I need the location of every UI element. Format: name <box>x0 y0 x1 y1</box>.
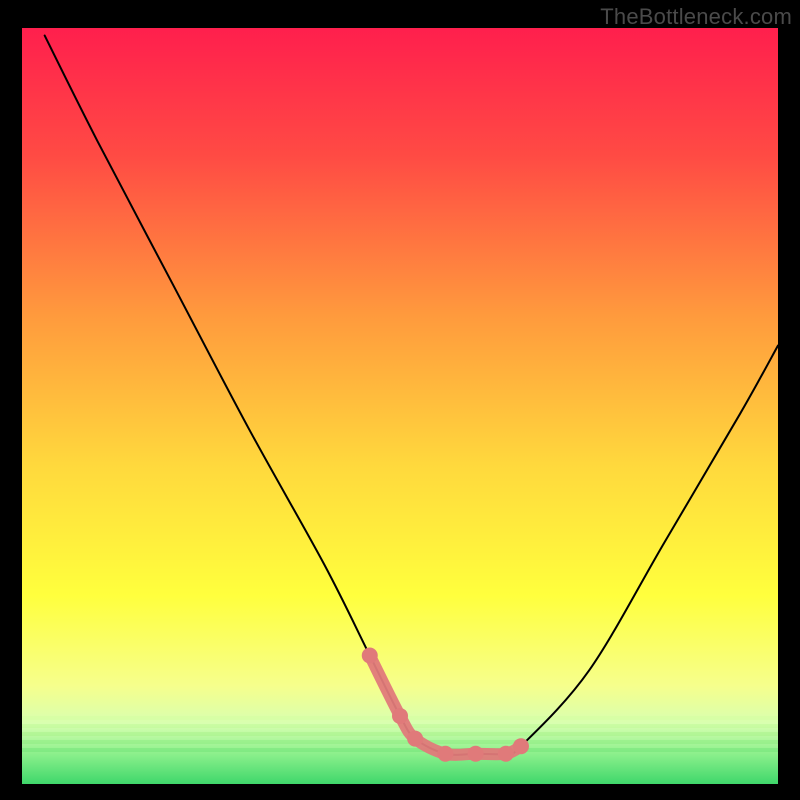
sweet-spot-dot <box>392 708 408 724</box>
sweet-spot-dot <box>513 738 529 754</box>
sweet-spot-dot <box>468 746 484 762</box>
sweet-spot-dot <box>407 731 423 747</box>
sweet-spot-dot <box>437 746 453 762</box>
sweet-spot-dot <box>362 647 378 663</box>
gradient-background <box>22 28 778 784</box>
sweet-spot-dot <box>498 746 514 762</box>
bottleneck-chart <box>22 28 778 784</box>
plot-area <box>22 28 778 784</box>
watermark-text: TheBottleneck.com <box>600 4 792 30</box>
chart-container: TheBottleneck.com <box>0 0 800 800</box>
